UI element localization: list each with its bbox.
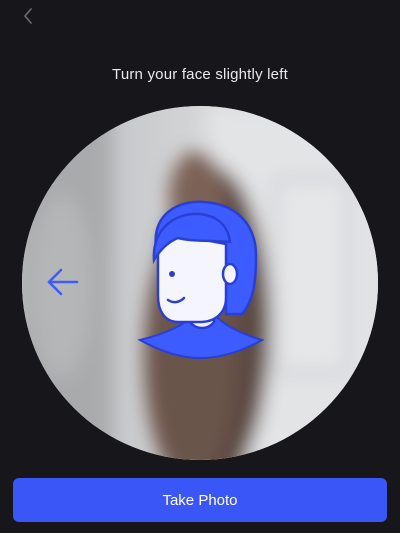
take-photo-button[interactable]: Take Photo <box>13 478 387 522</box>
back-button[interactable] <box>14 4 42 28</box>
arrow-left-icon <box>47 268 79 296</box>
face-outline-icon <box>137 200 265 360</box>
chevron-left-icon <box>24 8 32 24</box>
instruction-text: Turn your face slightly left <box>112 66 288 83</box>
face-capture-screen: Turn your face slightly left Take Photo <box>0 0 400 533</box>
